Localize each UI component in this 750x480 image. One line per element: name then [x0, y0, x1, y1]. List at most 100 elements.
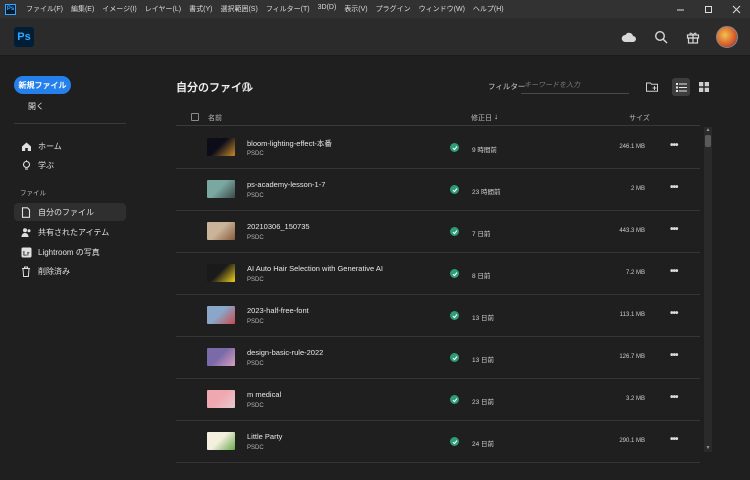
file-type: PSDC — [247, 319, 264, 325]
home-icon — [20, 140, 32, 152]
more-options-icon[interactable]: ••• — [670, 182, 678, 193]
menu-item[interactable]: ヘルプ(H) — [469, 4, 508, 14]
file-name[interactable]: Little Party — [247, 432, 282, 441]
column-header-modified[interactable]: 修正日 — [471, 113, 492, 123]
file-thumbnail[interactable] — [207, 222, 235, 240]
sidebar-item-my-files[interactable]: 自分のファイル — [14, 203, 126, 221]
file-thumbnail[interactable] — [207, 306, 235, 324]
file-modified: 7 日前 — [472, 231, 491, 238]
help-icon[interactable]: ? — [242, 82, 251, 91]
sidebar-divider — [14, 123, 126, 124]
grid-view-icon — [699, 82, 709, 92]
menu-item[interactable]: プラグイン — [372, 4, 415, 14]
window-controls — [666, 0, 750, 18]
search-icon[interactable] — [652, 28, 670, 46]
file-name[interactable]: design-basic-rule-2022 — [247, 348, 323, 357]
more-options-icon[interactable]: ••• — [670, 434, 678, 445]
photoshop-logo[interactable]: Ps — [14, 27, 34, 47]
avatar[interactable] — [716, 26, 738, 48]
file-modified: 13 日前 — [472, 315, 495, 322]
file-thumbnail[interactable] — [207, 264, 235, 282]
file-thumbnail[interactable] — [207, 180, 235, 198]
menu-bar: Ps ファイル(F) 編集(E) イメージ(I) レイヤー(L) 書式(Y) 選択範囲(S… — [0, 0, 750, 18]
menu-item[interactable]: 3D(D) — [314, 4, 341, 14]
menu-item[interactable]: 書式(Y) — [185, 4, 216, 14]
menu-item[interactable]: フィルター(T) — [262, 4, 314, 14]
new-file-button[interactable]: 新規ファイル — [14, 76, 71, 94]
table-row[interactable]: 2023-half-free-font PSDC 13 日前 113.1 MB ••• — [176, 295, 700, 337]
files-section-label: ファイル — [20, 190, 46, 197]
file-size: 7.2 MB — [625, 270, 645, 276]
gift-icon[interactable] — [684, 28, 702, 46]
file-type: PSDC — [247, 445, 264, 451]
menu-item[interactable]: 選択範囲(S) — [216, 4, 261, 14]
more-options-icon[interactable]: ••• — [670, 140, 678, 151]
menu-item[interactable]: 表示(V) — [340, 4, 371, 14]
sort-arrow-icon[interactable]: ↓ — [494, 112, 498, 121]
scroll-up-icon[interactable]: ▲ — [704, 127, 712, 134]
menu-item[interactable]: イメージ(I) — [98, 4, 140, 14]
app-header: Ps — [0, 18, 750, 56]
sidebar-item-lightroom[interactable]: Lr Lightroom の写真 — [14, 243, 126, 261]
file-type: PSDC — [247, 193, 264, 199]
sidebar-item-learn[interactable]: 学ぶ — [14, 156, 126, 174]
file-name[interactable]: 2023-half-free-font — [247, 306, 309, 315]
table-row[interactable]: Little Party PSDC 24 日前 290.1 MB ••• — [176, 421, 700, 463]
open-link[interactable]: 開く — [28, 101, 44, 112]
more-options-icon[interactable]: ••• — [670, 266, 678, 277]
more-options-icon[interactable]: ••• — [670, 224, 678, 235]
sidebar-item-label: 削除済み — [38, 266, 70, 276]
file-name[interactable]: m medical — [247, 390, 281, 399]
sidebar-item-deleted[interactable]: 削除済み — [14, 262, 126, 280]
menu-item[interactable]: レイヤー(L) — [141, 4, 185, 14]
file-modified: 9 時間前 — [472, 147, 497, 154]
file-name[interactable]: ps-academy-lesson-1-7 — [247, 180, 325, 189]
table-row[interactable]: ps-academy-lesson-1-7 PSDC 23 時間前 2 MB ••• — [176, 169, 700, 211]
list-view-icon — [675, 82, 687, 92]
list-view-button[interactable] — [672, 78, 690, 96]
file-name[interactable]: 20210306_150735 — [247, 222, 310, 231]
menu-item[interactable]: 編集(E) — [67, 4, 98, 14]
file-thumbnail[interactable] — [207, 138, 235, 156]
more-options-icon[interactable]: ••• — [670, 308, 678, 319]
file-size: 126.7 MB — [619, 354, 645, 360]
sidebar-item-home[interactable]: ホーム — [14, 137, 126, 155]
table-row[interactable]: bloom-lighting-effect-本番 PSDC 9 時間前 246.1 M… — [176, 127, 700, 169]
minimize-button[interactable] — [666, 0, 694, 18]
table-row[interactable]: AI Auto Hair Selection with Generative A… — [176, 253, 700, 295]
scroll-down-icon[interactable]: ▼ — [704, 445, 712, 452]
more-options-icon[interactable]: ••• — [670, 350, 678, 361]
scroll-thumb[interactable] — [705, 135, 711, 147]
file-type: PSDC — [247, 403, 264, 409]
file-type: PSDC — [247, 361, 264, 367]
menu-item[interactable]: ウィンドウ(W) — [415, 4, 469, 14]
more-options-icon[interactable]: ••• — [670, 392, 678, 403]
menu-item[interactable]: ファイル(F) — [22, 4, 67, 14]
sidebar-item-shared[interactable]: 共有されたアイテム — [14, 223, 126, 241]
file-thumbnail[interactable] — [207, 348, 235, 366]
maximize-button[interactable] — [694, 0, 722, 18]
filter-input[interactable] — [521, 78, 629, 94]
file-modified: 23 日前 — [472, 399, 495, 406]
table-row[interactable]: m medical PSDC 23 日前 3.2 MB ••• — [176, 379, 700, 421]
column-header-size[interactable]: サイズ — [629, 113, 650, 123]
new-folder-icon[interactable] — [645, 80, 659, 94]
table-row[interactable]: design-basic-rule-2022 PSDC 13 日前 126.7 MB •… — [176, 337, 700, 379]
lightbulb-icon — [20, 159, 32, 171]
app-icon: Ps — [5, 3, 16, 15]
file-thumbnail[interactable] — [207, 432, 235, 450]
synced-check-icon — [450, 269, 459, 278]
file-name[interactable]: bloom-lighting-effect-本番 — [247, 138, 332, 149]
grid-view-button[interactable] — [695, 78, 713, 96]
file-thumbnail[interactable] — [207, 390, 235, 408]
file-name[interactable]: AI Auto Hair Selection with Generative A… — [247, 264, 383, 273]
cloud-icon[interactable] — [620, 28, 638, 46]
close-button[interactable] — [722, 0, 750, 18]
table-row[interactable]: 20210306_150735 PSDC 7 日前 443.3 MB ••• — [176, 211, 700, 253]
synced-check-icon — [450, 395, 459, 404]
scrollbar[interactable]: ▲ ▼ — [704, 127, 712, 452]
filter-label: フィルター — [488, 82, 526, 91]
select-all-checkbox[interactable] — [191, 113, 199, 121]
column-header-name[interactable]: 名前 — [208, 113, 222, 123]
file-size: 246.1 MB — [619, 144, 645, 150]
